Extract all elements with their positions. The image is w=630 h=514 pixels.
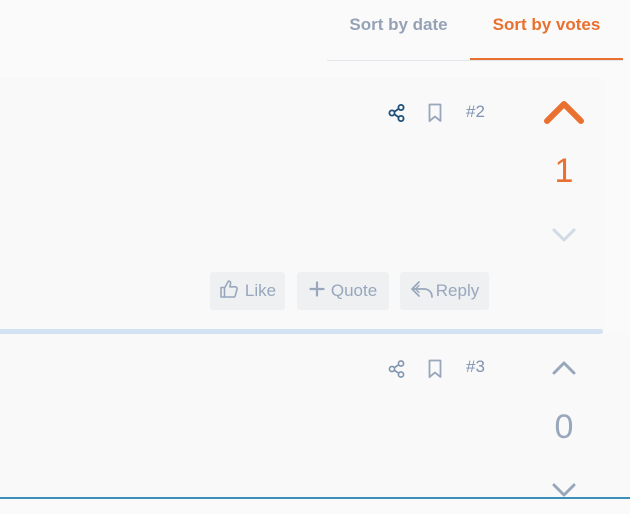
like-button[interactable]: Like — [210, 272, 285, 310]
vote-score: 1 — [554, 152, 574, 190]
like-label: Like — [244, 281, 277, 300]
post-number[interactable]: #3 — [466, 357, 485, 377]
quote-label: Quote — [330, 281, 378, 300]
thumbs-up-icon — [219, 279, 239, 304]
sort-tabs: Sort by date Sort by votes — [327, 0, 623, 61]
upvote-chevron-icon[interactable] — [543, 98, 585, 131]
plus-icon — [309, 280, 325, 302]
share-icon[interactable] — [385, 101, 409, 125]
tab-sort-by-date[interactable]: Sort by date — [327, 0, 470, 60]
post-number[interactable]: #2 — [466, 102, 485, 122]
quote-button[interactable]: Quote — [297, 272, 389, 310]
share-icon[interactable] — [385, 357, 409, 381]
vote-score: 0 — [554, 408, 574, 446]
reply-icon — [410, 279, 434, 304]
downvote-chevron-icon[interactable] — [551, 226, 577, 249]
bookmark-icon[interactable] — [423, 357, 447, 381]
page-background — [0, 499, 630, 514]
bookmark-icon[interactable] — [423, 101, 447, 125]
reply-button[interactable]: Reply — [400, 272, 489, 310]
tab-sort-by-votes[interactable]: Sort by votes — [470, 0, 623, 60]
upvote-chevron-icon[interactable] — [551, 359, 577, 382]
reply-label: Reply — [435, 281, 480, 300]
